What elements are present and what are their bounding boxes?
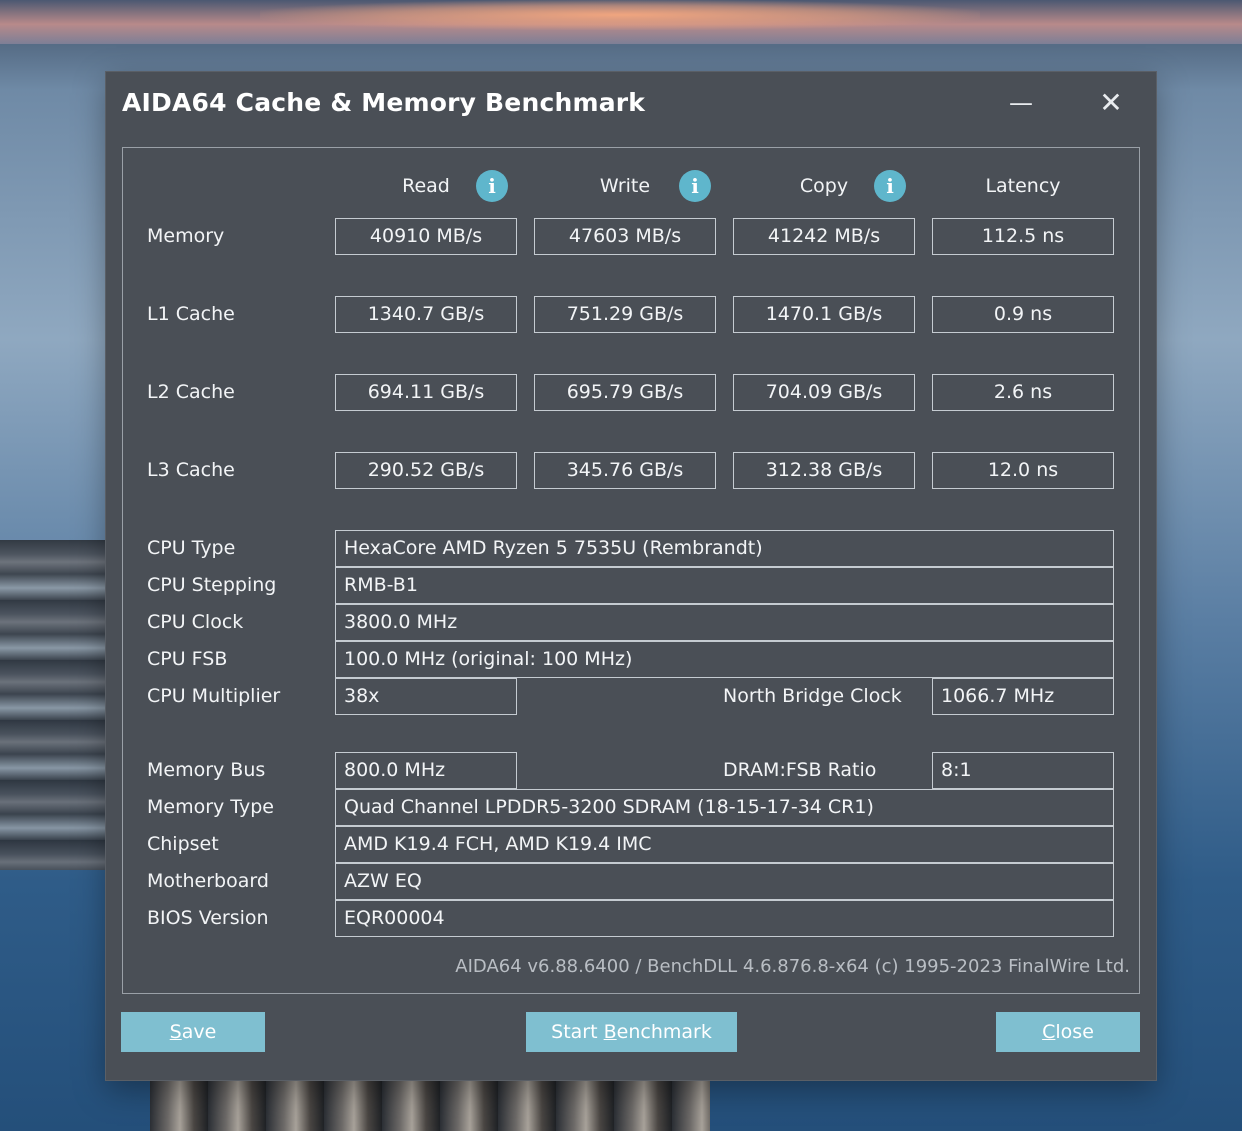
window-title: AIDA64 Cache & Memory Benchmark (122, 88, 646, 117)
l2-latency-value: 2.6 ns (932, 374, 1114, 411)
cpu-clock-label: CPU Clock (147, 611, 244, 633)
chipset-value: AMD K19.4 FCH, AMD K19.4 IMC (335, 826, 1114, 863)
dram-fsb-ratio-label: DRAM:FSB Ratio (723, 759, 877, 781)
copy-info-icon[interactable]: i (874, 170, 906, 202)
row-label-l2-cache: L2 Cache (147, 381, 235, 403)
memory-latency-value: 112.5 ns (932, 218, 1114, 255)
memory-read-value: 40910 MB/s (335, 218, 517, 255)
cpu-fsb-value: 100.0 MHz (original: 100 MHz) (335, 641, 1114, 678)
l2-copy-value: 704.09 GB/s (733, 374, 915, 411)
close-label-post: lose (1055, 1021, 1094, 1043)
memory-type-label: Memory Type (147, 796, 274, 818)
l2-read-value: 694.11 GB/s (335, 374, 517, 411)
memory-copy-value: 41242 MB/s (733, 218, 915, 255)
row-label-l3-cache: L3 Cache (147, 459, 235, 481)
motherboard-value: AZW EQ (335, 863, 1114, 900)
benchmark-window: AIDA64 Cache & Memory Benchmark — ✕ Read… (106, 72, 1156, 1080)
cpu-fsb-label: CPU FSB (147, 648, 228, 670)
cpu-type-value: HexaCore AMD Ryzen 5 7535U (Rembrandt) (335, 530, 1114, 567)
north-bridge-clock-label: North Bridge Clock (723, 685, 902, 707)
cpu-multiplier-value: 38x (335, 678, 517, 715)
memory-type-value: Quad Channel LPDDR5-3200 SDRAM (18-15-17… (335, 789, 1114, 826)
write-info-icon[interactable]: i (679, 170, 711, 202)
start-label-pre: Start (551, 1021, 604, 1043)
cpu-stepping-label: CPU Stepping (147, 574, 277, 596)
memory-write-value: 47603 MB/s (534, 218, 716, 255)
desktop-pier-left (0, 540, 110, 870)
desktop-pier-bottom (150, 1078, 710, 1131)
l1-write-value: 751.29 GB/s (534, 296, 716, 333)
chipset-label: Chipset (147, 833, 219, 855)
memory-bus-value: 800.0 MHz (335, 752, 517, 789)
column-header-latency: Latency (985, 175, 1061, 197)
save-button[interactable]: Save (121, 1012, 265, 1052)
save-label-post: ave (181, 1021, 217, 1043)
start-accelerator-key: B (603, 1021, 617, 1043)
results-panel: Read i Write i Copy i Latency Memory 409… (122, 147, 1140, 994)
start-label-post: enchmark (616, 1021, 712, 1043)
version-credit: AIDA64 v6.88.6400 / BenchDLL 4.6.876.8-x… (455, 956, 1130, 977)
row-label-memory: Memory (147, 225, 225, 247)
memory-bus-label: Memory Bus (147, 759, 266, 781)
close-window-button[interactable]: ✕ (1088, 86, 1134, 120)
l3-read-value: 290.52 GB/s (335, 452, 517, 489)
save-accelerator-key: S (169, 1021, 182, 1043)
desktop-sunset-glow (260, 0, 980, 30)
read-info-icon[interactable]: i (476, 170, 508, 202)
cpu-clock-value: 3800.0 MHz (335, 604, 1114, 641)
bios-version-value: EQR00004 (335, 900, 1114, 937)
dram-fsb-ratio-value: 8:1 (932, 752, 1114, 789)
l3-write-value: 345.76 GB/s (534, 452, 716, 489)
bios-version-label: BIOS Version (147, 907, 269, 929)
close-accelerator-key: C (1042, 1021, 1056, 1043)
cpu-multiplier-label: CPU Multiplier (147, 685, 281, 707)
l3-latency-value: 12.0 ns (932, 452, 1114, 489)
start-benchmark-button[interactable]: Start Benchmark (526, 1012, 737, 1052)
l1-read-value: 1340.7 GB/s (335, 296, 517, 333)
motherboard-label: Motherboard (147, 870, 269, 892)
close-button[interactable]: Close (996, 1012, 1140, 1052)
l1-copy-value: 1470.1 GB/s (733, 296, 915, 333)
cpu-stepping-value: RMB-B1 (335, 567, 1114, 604)
title-bar[interactable]: AIDA64 Cache & Memory Benchmark — ✕ (106, 72, 1156, 136)
minimize-button[interactable]: — (998, 86, 1044, 120)
north-bridge-clock-value: 1066.7 MHz (932, 678, 1114, 715)
l2-write-value: 695.79 GB/s (534, 374, 716, 411)
cpu-type-label: CPU Type (147, 537, 236, 559)
l3-copy-value: 312.38 GB/s (733, 452, 915, 489)
l1-latency-value: 0.9 ns (932, 296, 1114, 333)
row-label-l1-cache: L1 Cache (147, 303, 235, 325)
